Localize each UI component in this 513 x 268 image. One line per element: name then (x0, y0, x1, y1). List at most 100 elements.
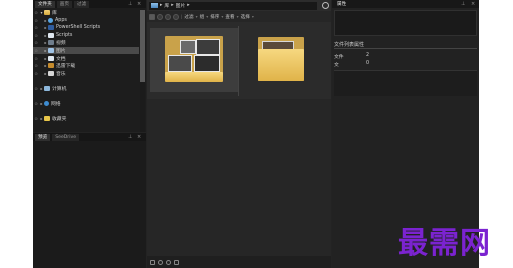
photo-icon (194, 55, 220, 72)
folder-tree: ⊙ ▾ 库 ⊙ ▸ Apps ⊙ ▸ PowerShell Scripts ⊙ ▸ Scripts ⊙ ▸… (33, 9, 139, 132)
close-icon[interactable]: × (137, 133, 141, 141)
group-button[interactable]: 组 (200, 14, 205, 20)
properties-preview-box (334, 10, 477, 36)
dropdown-icon: ▾ (206, 14, 209, 19)
favorites-icon (44, 116, 50, 122)
properties-list-area (334, 70, 477, 96)
refresh-icon[interactable] (166, 259, 171, 265)
thumbnail-grid (147, 22, 331, 99)
tree-item[interactable]: ⊙ ▸ 图片 (33, 47, 139, 54)
sync-icon[interactable] (158, 259, 163, 265)
tab-preview[interactable]: 预览 (35, 133, 51, 141)
tree-scrollbar[interactable] (140, 9, 145, 132)
tree-item[interactable]: ⊙ ▸ 音乐 (33, 70, 139, 77)
tab-folders[interactable]: 文件夹 (35, 0, 55, 8)
tree-item[interactable]: ⊙ ▸ 视频 (33, 39, 139, 46)
video-icon (48, 40, 54, 46)
panel-icon[interactable] (174, 259, 179, 265)
filter-button[interactable]: 过滤 (184, 14, 193, 20)
lock-icon[interactable]: ⊙ (33, 63, 39, 68)
tree-item-label: 音乐 (56, 71, 66, 77)
tree-item[interactable]: ⊙ ▸ PowerShell Scripts (33, 24, 139, 31)
preview-panel-header: 预览 SeeDrive ⊥ × (33, 133, 146, 141)
picture-icon (48, 48, 54, 53)
tree-item[interactable]: ⊙ ▸ 网络 (33, 100, 139, 107)
tree-scrollbar-thumb[interactable] (140, 10, 145, 82)
close-icon[interactable]: × (137, 0, 141, 8)
dropdown-icon: ▾ (221, 14, 224, 19)
address-bar-row: ▸ 库 ▸ 图片 ▸ (147, 0, 331, 11)
computer-icon (44, 86, 50, 91)
property-label: 文件 (334, 55, 344, 60)
chevron-right-icon: ▸ (187, 3, 190, 8)
property-value: 2 (366, 53, 370, 58)
tree-item[interactable]: ⊙ ▾ 库 (33, 9, 139, 16)
lock-icon[interactable]: ⊙ (33, 48, 39, 53)
watermark: 最需网 (398, 226, 491, 261)
lock-icon[interactable]: ⊙ (33, 25, 39, 30)
tree-item[interactable]: ⊙ ▸ Scripts (33, 32, 139, 39)
folder-front-icon (258, 49, 304, 81)
tree-item[interactable]: ⊙ ▸ 收藏夹 (33, 115, 139, 122)
up-icon[interactable] (173, 13, 179, 20)
lock-icon[interactable]: ⊙ (33, 33, 39, 38)
divider (334, 48, 477, 49)
forward-icon[interactable] (165, 13, 171, 20)
photo-icon (168, 55, 192, 72)
pin-icon[interactable]: ⊥ (128, 0, 132, 8)
pin-icon[interactable]: ⊥ (461, 0, 465, 8)
apps-icon (48, 17, 53, 23)
properties-section-title: 文件列表属性 (334, 42, 365, 48)
tree-item-label: 图片 (56, 49, 66, 54)
network-icon (44, 101, 49, 107)
address-bar[interactable]: ▸ 库 ▸ 图片 ▸ (149, 1, 317, 10)
refresh-icon[interactable] (322, 2, 329, 9)
library-icon (44, 10, 50, 15)
tree-item[interactable]: ⊙ ▸ Apps (33, 17, 139, 24)
folder-front-icon (165, 72, 223, 82)
tree-item-label: Scripts (56, 32, 73, 38)
tree-item[interactable]: ⊙ ▸ 计算机 (33, 85, 139, 92)
pin-icon[interactable]: ⊥ (128, 133, 132, 141)
tree-item[interactable]: ⊙ ▸ 迅雷下载 (33, 62, 139, 69)
view-button[interactable]: 查看 (225, 14, 234, 20)
property-label: 文 (334, 63, 339, 68)
tree-item-label: 计算机 (52, 87, 67, 92)
tree-item-label: 视频 (56, 41, 66, 47)
lock-icon[interactable]: ⊙ (33, 71, 39, 76)
breadcrumb-pictures[interactable]: 图片 (176, 2, 186, 9)
powershell-icon (48, 25, 54, 31)
property-value: 0 (366, 61, 370, 66)
tree-item-label: 库 (52, 11, 57, 16)
folder-thumbnail[interactable] (241, 28, 329, 92)
back-icon[interactable] (157, 13, 163, 20)
property-row: 文 0 (334, 61, 394, 68)
select-button[interactable]: 选择 (241, 14, 250, 20)
tree-item[interactable]: ⊙ ▸ 文档 (33, 55, 139, 62)
tree-item-label: 文档 (56, 56, 66, 62)
lock-icon[interactable]: ⊙ (33, 40, 39, 45)
close-icon[interactable]: × (471, 0, 475, 8)
folder-icon (151, 3, 158, 8)
chevron-right-icon: ▸ (171, 3, 174, 8)
lock-icon[interactable]: ⊙ (33, 56, 39, 61)
sort-button[interactable]: 排序 (210, 14, 219, 20)
document-icon (48, 55, 54, 61)
properties-title: 属性 (337, 1, 347, 7)
tab-pages[interactable]: 画页 (56, 0, 72, 8)
breadcrumb-library[interactable]: 库 (164, 2, 169, 9)
chevron-right-icon: ▸ (160, 3, 163, 8)
home-icon[interactable] (149, 13, 155, 20)
layout-icon[interactable] (150, 259, 155, 265)
tab-seedrive[interactable]: SeeDrive (52, 133, 80, 141)
tab-filter[interactable]: 过滤 (74, 0, 90, 8)
folder-thumbnail[interactable] (150, 28, 238, 92)
lock-icon[interactable]: ⊙ (33, 18, 39, 23)
property-row: 文件 2 (334, 53, 394, 60)
music-icon (48, 70, 54, 76)
separator: | (181, 14, 183, 19)
view-toolbar: | 过滤 ▾ 组 ▾ 排序 ▾ 查看 ▾ 选择 ▾ (147, 12, 331, 21)
download-icon (48, 63, 54, 69)
dropdown-icon: ▾ (195, 14, 198, 19)
document-icon (48, 32, 54, 38)
